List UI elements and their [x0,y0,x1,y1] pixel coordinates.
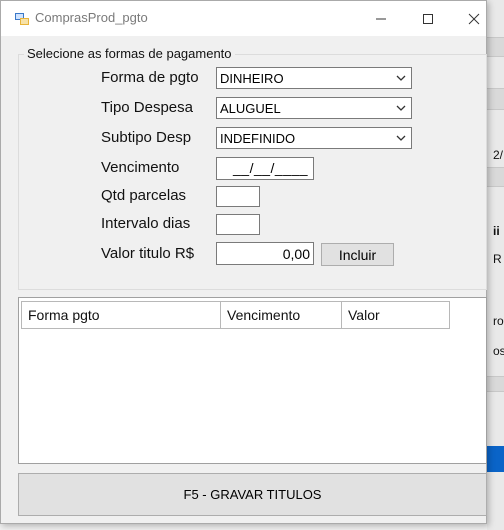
minimize-button[interactable] [358,1,404,36]
valor-titulo-field[interactable]: 0,00 [216,242,314,265]
tipo-despesa-combo[interactable]: ALUGUEL [216,97,412,119]
bg-blue-bar [487,446,504,472]
forma-pgto-value: DINHEIRO [220,71,284,86]
vencimento-mask: __/__/____ [233,160,309,176]
tipo-despesa-value: ALUGUEL [220,101,281,116]
tipo-despesa-label: Tipo Despesa [101,99,193,116]
bg-text-fragment: ro [493,314,504,328]
maximize-icon [423,13,433,24]
column-header-vencimento[interactable]: Vencimento [221,302,342,328]
incluir-button[interactable]: Incluir [321,243,394,266]
column-header-forma-pgto[interactable]: Forma pgto [22,302,221,328]
chevron-down-icon [396,135,406,141]
minimize-icon [376,18,386,19]
subtipo-combo[interactable]: INDEFINIDO [216,127,412,149]
qtd-parcelas-field[interactable] [216,186,260,207]
titles-grid[interactable]: Forma pgto Vencimento Valor [18,297,487,464]
bg-strip [487,167,504,187]
subtipo-label: Subtipo Desp [101,129,192,146]
bg-text-fragment: R [493,252,502,266]
groupbox-title: Selecione as formas de pagamento [24,46,235,61]
compras-pgto-window: ComprasProd_pgto Selecione as formas de … [0,0,487,524]
close-icon [468,13,480,24]
gravar-titulos-button[interactable]: F5 - GRAVAR TITULOS [18,473,487,516]
intervalo-dias-field[interactable] [216,214,260,235]
column-header-valor[interactable]: Valor [342,302,449,328]
bg-strip [487,37,504,57]
qtd-parcelas-label: Qtd parcelas [101,187,187,204]
vencimento-label: Vencimento [101,159,180,176]
forma-pgto-combo[interactable]: DINHEIRO [216,67,412,89]
bg-text-fragment: ii [493,224,500,238]
title-bar[interactable]: ComprasProd_pgto [1,1,486,36]
chevron-down-icon [396,105,406,111]
valor-titulo-label: Valor titulo R$ [101,245,195,262]
window-title: ComprasProd_pgto [35,10,148,25]
close-button[interactable] [451,1,497,36]
chevron-down-icon [396,75,406,81]
bg-text-fragment: 2/ [493,148,504,162]
valor-titulo-value: 0,00 [282,246,310,262]
bg-strip [487,88,504,110]
maximize-button[interactable] [405,1,451,36]
background-window: 2/ ii R ro os [487,0,504,530]
vencimento-field[interactable]: __/__/____ [216,157,314,180]
bg-strip [487,376,504,392]
subtipo-value: INDEFINIDO [220,131,296,146]
app-icon [15,13,29,25]
bg-text-fragment: os [493,344,504,358]
intervalo-dias-label: Intervalo dias [101,215,191,232]
grid-header: Forma pgto Vencimento Valor [21,301,450,329]
forma-pgto-label: Forma de pgto [101,69,199,86]
